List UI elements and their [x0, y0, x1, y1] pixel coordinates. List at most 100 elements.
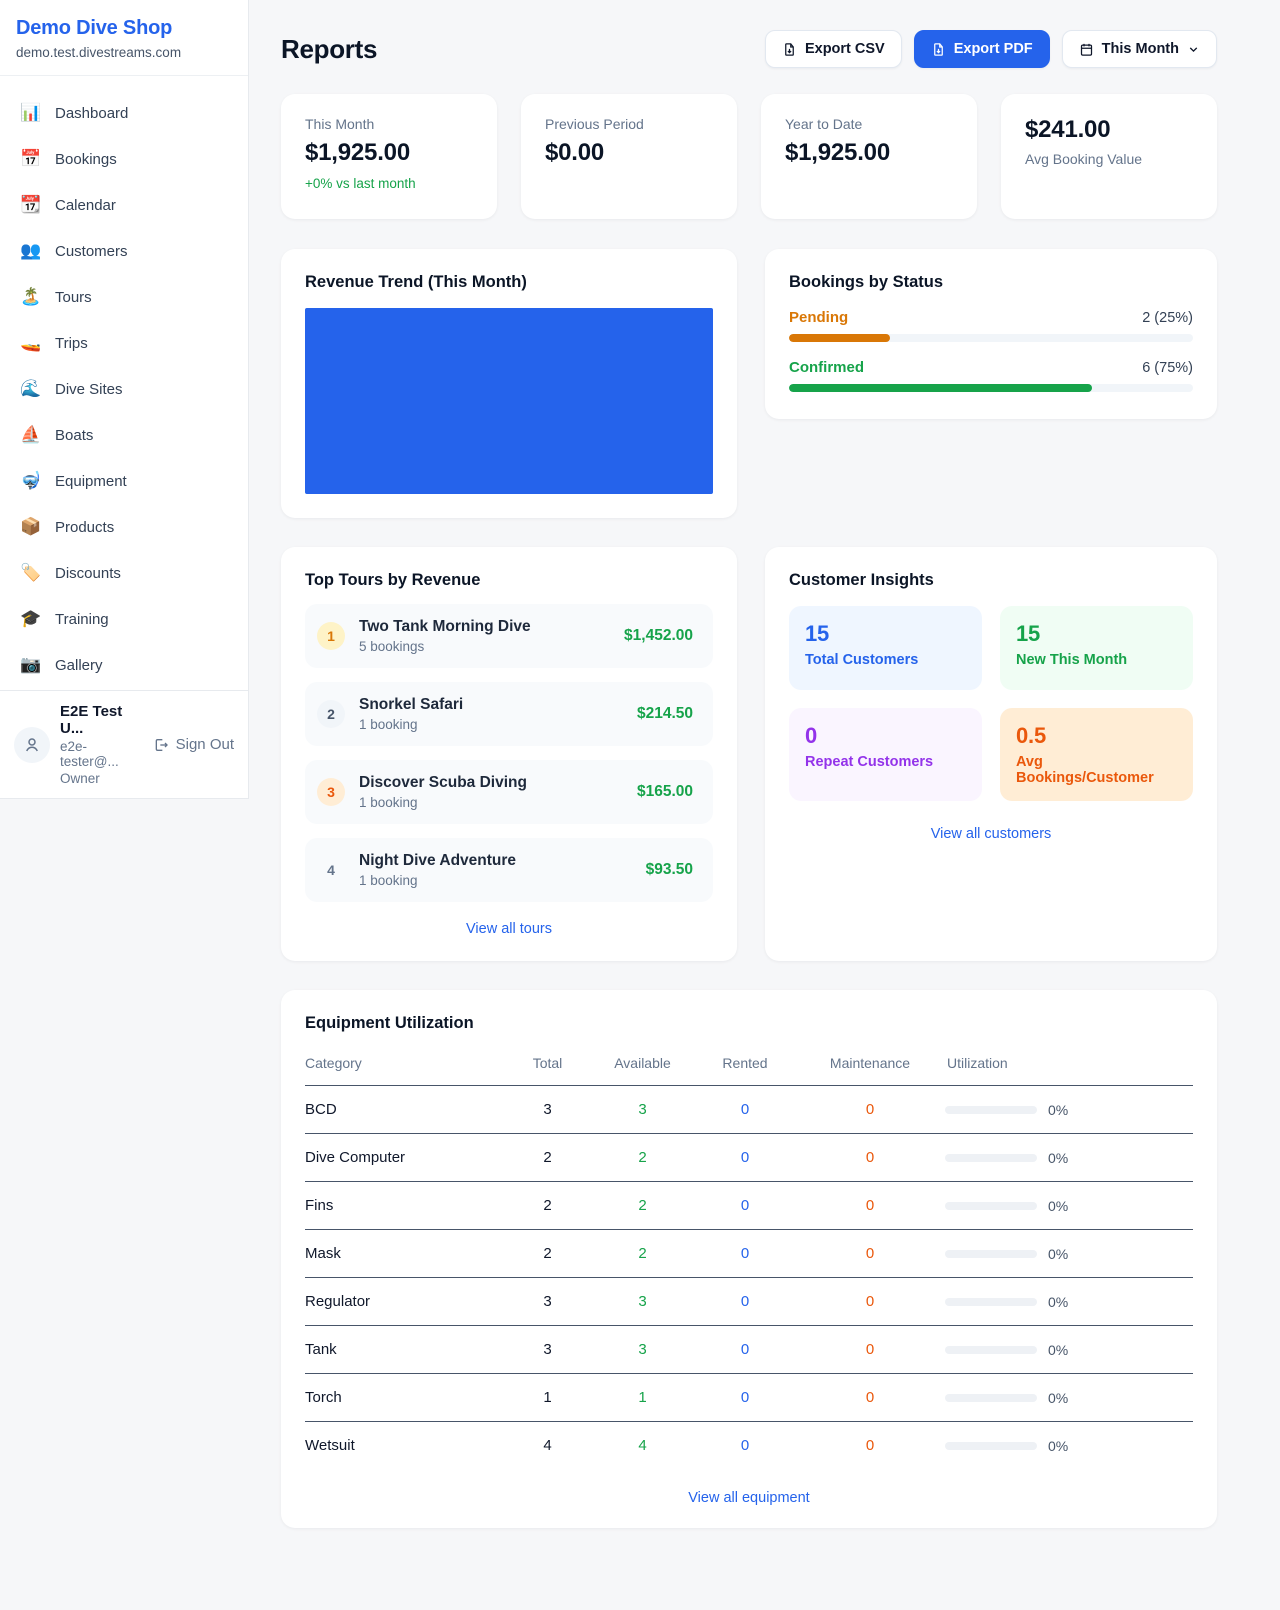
table-row: Fins 2 2 0 0 0% — [305, 1182, 1193, 1230]
package-icon: 📦 — [20, 517, 42, 537]
page-header: Reports Export CSV Export PDF This Month — [281, 30, 1217, 68]
status-value: 6 (75%) — [1142, 360, 1193, 376]
sidebar-item-equipment[interactable]: 🤿 Equipment — [8, 462, 240, 500]
bar-chart-icon: 📊 — [20, 103, 42, 123]
sidebar-item-label: Dive Sites — [55, 381, 123, 398]
tour-info: Night Dive Adventure 1 booking — [359, 852, 516, 888]
tour-list-item: 3 Discover Scuba Diving 1 booking $165.0… — [305, 760, 713, 824]
tour-revenue: $214.50 — [637, 705, 693, 723]
cell-rented: 0 — [695, 1134, 795, 1182]
tour-name: Snorkel Safari — [359, 696, 463, 714]
stat-card-avg-booking-value: $241.00 Avg Booking Value — [1001, 94, 1217, 219]
tour-revenue: $93.50 — [646, 861, 693, 879]
export-pdf-label: Export PDF — [954, 41, 1033, 57]
tour-list-item: 4 Night Dive Adventure 1 booking $93.50 — [305, 838, 713, 902]
sidebar-item-calendar[interactable]: 📆 Calendar — [8, 186, 240, 224]
sidebar-item-boats[interactable]: ⛵ Boats — [8, 416, 240, 454]
sidebar-item-training[interactable]: 🎓 Training — [8, 600, 240, 638]
camera-icon: 📷 — [20, 655, 42, 675]
utilization-pct: 0% — [1048, 1342, 1068, 1358]
cell-maintenance: 0 — [795, 1134, 945, 1182]
sidebar-nav: 📊 Dashboard 📅 Bookings 📆 Calendar 👥 Cust… — [0, 76, 248, 690]
sidebar-item-bookings[interactable]: 📅 Bookings — [8, 140, 240, 178]
insight-tile-repeat-customers: 0 Repeat Customers — [789, 708, 982, 801]
stat-value: $1,925.00 — [305, 139, 473, 167]
status-bar-fill — [789, 334, 890, 342]
cell-available: 3 — [590, 1278, 695, 1326]
bookings-by-status-card: Bookings by Status Pending 2 (25%) Confi… — [765, 249, 1217, 419]
island-icon: 🏝️ — [20, 287, 42, 307]
period-dropdown[interactable]: This Month — [1062, 30, 1217, 68]
rank-badge: 3 — [317, 778, 345, 806]
insight-value: 0.5 — [1016, 723, 1177, 749]
sidebar-item-label: Boats — [55, 427, 93, 444]
revenue-trend-chart — [305, 308, 713, 494]
sign-out-button[interactable]: Sign Out — [153, 736, 234, 753]
tour-name: Two Tank Morning Dive — [359, 618, 531, 636]
cell-available: 3 — [590, 1326, 695, 1374]
cell-rented: 0 — [695, 1086, 795, 1134]
sidebar-item-gallery[interactable]: 📷 Gallery — [8, 646, 240, 684]
file-download-icon — [931, 42, 946, 57]
utilization-pct: 0% — [1048, 1294, 1068, 1310]
stat-label: This Month — [305, 116, 473, 132]
sidebar-item-label: Products — [55, 519, 114, 536]
charts-row: Revenue Trend (This Month) Bookings by S… — [281, 249, 1217, 518]
cell-category: Regulator — [305, 1278, 505, 1326]
stat-card-year-to-date: Year to Date $1,925.00 — [761, 94, 977, 219]
cell-total: 3 — [505, 1086, 590, 1134]
sidebar-item-label: Training — [55, 611, 109, 628]
utilization-pct: 0% — [1048, 1102, 1068, 1118]
status-bar-track — [789, 334, 1193, 342]
tour-list-item: 1 Two Tank Morning Dive 5 bookings $1,45… — [305, 604, 713, 668]
cell-available: 2 — [590, 1182, 695, 1230]
export-csv-button[interactable]: Export CSV — [765, 30, 902, 68]
sidebar-item-dashboard[interactable]: 📊 Dashboard — [8, 94, 240, 132]
view-all-equipment-link[interactable]: View all equipment — [305, 1490, 1193, 1506]
main-content: Reports Export CSV Export PDF This Month — [249, 0, 1280, 1588]
stat-card-this-month: This Month $1,925.00 +0% vs last month — [281, 94, 497, 219]
view-all-customers-link[interactable]: View all customers — [789, 826, 1193, 842]
status-row-confirmed: Confirmed 6 (75%) — [789, 359, 1193, 392]
logout-icon — [153, 737, 169, 753]
sidebar-item-tours[interactable]: 🏝️ Tours — [8, 278, 240, 316]
tour-info: Snorkel Safari 1 booking — [359, 696, 463, 732]
tour-name: Discover Scuba Diving — [359, 774, 527, 792]
sidebar-item-label: Tours — [55, 289, 92, 306]
cell-utilization: 0% — [945, 1134, 1193, 1182]
calendar-icon: 📅 — [20, 149, 42, 169]
sidebar-item-dive-sites[interactable]: 🌊 Dive Sites — [8, 370, 240, 408]
status-bar-track — [789, 384, 1193, 392]
sidebar-item-label: Discounts — [55, 565, 121, 582]
sidebar-item-trips[interactable]: 🚤 Trips — [8, 324, 240, 362]
cell-category: Tank — [305, 1326, 505, 1374]
sidebar-item-products[interactable]: 📦 Products — [8, 508, 240, 546]
utilization-pct: 0% — [1048, 1246, 1068, 1262]
tour-info: Discover Scuba Diving 1 booking — [359, 774, 527, 810]
utilization-bar — [945, 1154, 1037, 1162]
view-all-tours-link[interactable]: View all tours — [305, 921, 713, 937]
tear-off-calendar-icon: 📆 — [20, 195, 42, 215]
table-header-row: Category Total Available Rented Maintena… — [305, 1047, 1193, 1086]
cell-available: 2 — [590, 1134, 695, 1182]
status-bar-fill — [789, 384, 1092, 392]
cell-category: BCD — [305, 1086, 505, 1134]
customer-insights-title: Customer Insights — [789, 571, 1193, 590]
revenue-trend-card: Revenue Trend (This Month) — [281, 249, 737, 518]
tour-list-item: 2 Snorkel Safari 1 booking $214.50 — [305, 682, 713, 746]
sidebar-item-label: Equipment — [55, 473, 127, 490]
sidebar-item-customers[interactable]: 👥 Customers — [8, 232, 240, 270]
sidebar-item-discounts[interactable]: 🏷️ Discounts — [8, 554, 240, 592]
brand-name: Demo Dive Shop — [16, 17, 232, 40]
column-header-category: Category — [305, 1047, 505, 1086]
person-icon — [23, 736, 41, 754]
export-pdf-button[interactable]: Export PDF — [914, 30, 1050, 68]
insight-value: 0 — [805, 723, 966, 749]
column-header-maintenance: Maintenance — [795, 1047, 945, 1086]
cell-utilization: 0% — [945, 1230, 1193, 1278]
insight-label: New This Month — [1016, 652, 1177, 668]
cell-rented: 0 — [695, 1326, 795, 1374]
stat-label: Year to Date — [785, 116, 953, 132]
cell-maintenance: 0 — [795, 1182, 945, 1230]
stat-value: $241.00 — [1025, 116, 1193, 144]
